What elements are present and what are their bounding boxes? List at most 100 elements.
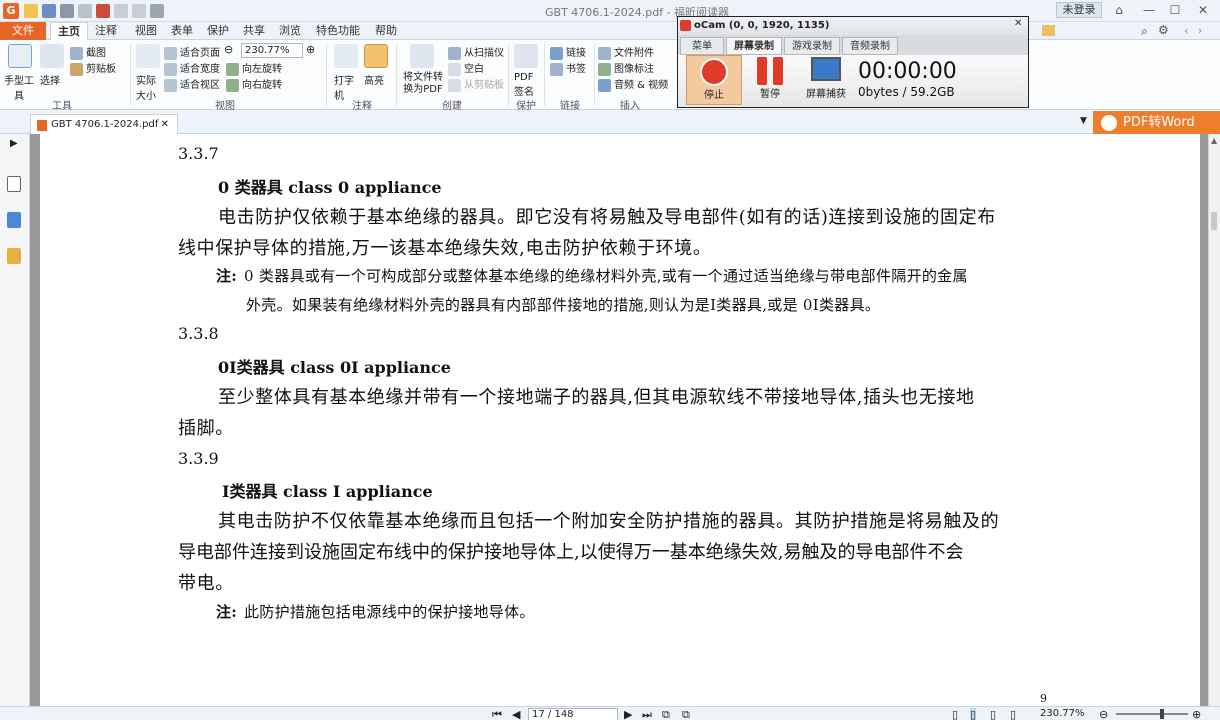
menu-home[interactable]: 主页 [50, 22, 88, 40]
zoom-slider[interactable] [1116, 713, 1188, 715]
redo-icon[interactable] [132, 4, 146, 18]
blank-button[interactable]: 空白 [448, 60, 484, 76]
highlight-icon[interactable] [364, 44, 388, 68]
undo-icon[interactable] [114, 4, 128, 18]
pdf-page[interactable]: 3.3.7 0 类器具 class 0 appliance 电击防护仅依赖于基本… [40, 134, 1200, 706]
menu-share[interactable]: 共享 [238, 22, 270, 40]
select-button[interactable]: 选择 [40, 72, 60, 87]
scroll-up-icon[interactable]: ▲ [1211, 136, 1217, 145]
audio-video-button[interactable]: 音频 & 视频 [598, 76, 668, 92]
tab-close-icon[interactable]: ✕ [161, 115, 169, 135]
zoom-select[interactable]: 230.77% [241, 43, 303, 58]
pdf-file-icon [37, 120, 47, 131]
stop-button[interactable]: 停止 [686, 55, 742, 105]
fit-page-button[interactable]: 适合页面 [164, 44, 220, 60]
back-icon[interactable]: ‹ [1184, 24, 1188, 37]
fit-width-icon [164, 62, 177, 76]
pause-button[interactable]: 暂停 [742, 55, 798, 105]
document-tab[interactable]: GBT 4706.1-2024.pdf ✕ [30, 114, 178, 134]
continuous-facing-icon[interactable]: ▯ [1010, 708, 1016, 720]
rotate-left-button[interactable]: 向左旋转 [226, 60, 282, 76]
menu-file[interactable]: 文件 [0, 22, 46, 40]
single-page-icon[interactable]: ▯ [952, 708, 958, 720]
maximize-icon[interactable]: ☐ [1166, 3, 1184, 17]
actual-size-icon[interactable] [136, 44, 160, 68]
from-clipboard-button[interactable]: 从剪贴板 [448, 76, 504, 92]
email-icon[interactable] [78, 4, 92, 18]
clipboard-button[interactable]: 剪贴板 [70, 60, 116, 76]
forward-icon[interactable]: › [1198, 24, 1202, 37]
menu-features[interactable]: 特色功能 [310, 22, 366, 40]
snapshot-button[interactable]: 截图 [70, 44, 106, 60]
from-scanner-button[interactable]: 从扫描仪 [448, 44, 504, 60]
ocam-tab-menu[interactable]: 菜单 [680, 37, 724, 55]
menu-comment[interactable]: 注释 [90, 22, 122, 40]
prev-page-icon[interactable]: ◀ [512, 708, 520, 720]
fit-width-button[interactable]: 适合宽度 [164, 60, 220, 76]
comments-panel-icon[interactable] [7, 248, 21, 264]
page-number-input[interactable]: 17 / 148 [528, 708, 618, 720]
highlight-button[interactable]: 高亮 [364, 72, 384, 87]
hand-tool-icon[interactable] [8, 44, 32, 68]
fit-visible-button[interactable]: 适合视区 [164, 76, 220, 92]
ocam-tab-game[interactable]: 游戏录制 [784, 37, 840, 55]
pages-panel-icon[interactable] [7, 212, 21, 228]
next-view-icon[interactable]: ⧉ [682, 708, 690, 720]
customize-icon[interactable] [150, 4, 164, 18]
menu-browse[interactable]: 浏览 [274, 22, 306, 40]
typewriter-icon[interactable] [334, 44, 358, 68]
last-page-icon[interactable]: ⏭ [642, 708, 652, 720]
folder-icon[interactable] [1042, 25, 1055, 36]
menu-help[interactable]: 帮助 [370, 22, 402, 40]
pdf-to-word-button[interactable]: PDF转Word [1093, 111, 1220, 135]
ribbon-toggle-icon[interactable]: ⌂ [1110, 3, 1128, 17]
close-icon[interactable]: ✕ [1194, 3, 1212, 17]
file-attachment-button[interactable]: 文件附件 [598, 44, 654, 60]
zoom-out-icon[interactable]: ⊖ [224, 43, 233, 56]
convert-button[interactable]: 将文件转换为PDF [402, 72, 444, 96]
bookmarks-panel-icon[interactable] [7, 176, 21, 192]
ribbon: 手型工具 选择 截图 剪贴板 工具 实际大小 适合页面 适合宽度 适合视区 ⊖ … [0, 40, 1220, 112]
menu-form[interactable]: 表单 [166, 22, 198, 40]
print-icon[interactable] [60, 4, 74, 18]
first-page-icon[interactable]: ⏮ [492, 708, 502, 720]
previous-view-icon[interactable]: ⧉ [662, 708, 670, 720]
rotate-right-button[interactable]: 向右旋转 [226, 76, 282, 92]
gear-icon[interactable]: ⚙ [1158, 23, 1169, 37]
bookmark-button[interactable]: 书签 [550, 60, 586, 76]
status-zoom[interactable]: 230.77% [1040, 708, 1085, 719]
image-annotation-button[interactable]: 图像标注 [598, 60, 654, 76]
menu-protect[interactable]: 保护 [202, 22, 234, 40]
zoom-in-icon[interactable]: ⊕ [306, 43, 315, 56]
minimize-icon[interactable]: — [1140, 3, 1158, 17]
pdf-sign-icon[interactable] [514, 44, 538, 68]
facing-icon[interactable]: ▯ [990, 708, 996, 720]
app-logo[interactable]: G [3, 3, 19, 19]
tab-list-icon[interactable]: ▼ [1080, 116, 1087, 126]
screen-capture-button[interactable]: 屏幕捕获 [798, 55, 854, 105]
open-icon[interactable] [24, 4, 38, 18]
section-number: 3.3.7 [178, 144, 219, 163]
login-button[interactable]: 未登录 [1056, 2, 1102, 18]
pdf-sign-button[interactable]: PDF签名 [514, 72, 538, 98]
continuous-icon[interactable]: ▯ [970, 708, 977, 720]
search-icon[interactable]: ⌕ [1141, 24, 1148, 39]
actual-size-button[interactable]: 实际大小 [136, 72, 158, 102]
zoom-slider-thumb[interactable] [1160, 709, 1164, 719]
select-icon[interactable] [40, 44, 64, 68]
link-button[interactable]: 链接 [550, 44, 586, 60]
next-page-icon[interactable]: ▶ [624, 708, 632, 720]
convert-icon[interactable] [410, 44, 434, 68]
save-icon[interactable] [42, 4, 56, 18]
ocam-tab-audio[interactable]: 音频录制 [842, 37, 898, 55]
zoom-out-icon[interactable]: ⊖ [1099, 708, 1108, 720]
ocam-close-icon[interactable]: ✕ [1014, 18, 1022, 29]
pdf-icon[interactable] [96, 4, 110, 18]
expand-panel-icon[interactable]: ▶ [10, 138, 18, 149]
vertical-scrollbar[interactable]: ▲ [1208, 134, 1220, 706]
scroll-thumb[interactable] [1211, 212, 1217, 230]
hand-tool-button[interactable]: 手型工具 [4, 72, 34, 102]
zoom-in-icon[interactable]: ⊕ [1192, 708, 1201, 720]
menu-view[interactable]: 视图 [130, 22, 162, 40]
ocam-tab-screen[interactable]: 屏幕录制 [726, 37, 782, 55]
